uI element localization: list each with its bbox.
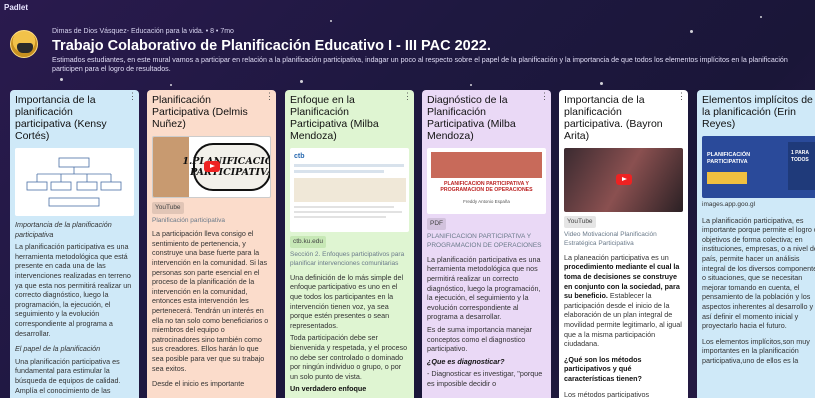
column-kensy[interactable]: Importancia de la planificación particip… [10, 90, 139, 398]
padlet-logo[interactable]: Padlet [4, 3, 28, 12]
source-tag: images.app.goo.gl [702, 201, 756, 208]
post-text: Toda participación debe ser bienvenida y… [290, 333, 408, 381]
diagram-thumbnail[interactable] [15, 148, 134, 216]
ctb-logo: ctb [294, 153, 305, 160]
pdf-author: Freddy Antonio España [463, 199, 510, 204]
more-options-icon[interactable]: ⋮ [403, 92, 412, 101]
play-icon[interactable] [615, 174, 632, 185]
attachment-caption: Sección 2. Enfoques participativos para … [290, 250, 405, 268]
pdf-title: PLANIFICACION PARTICIPATIVA Y PROGRAMACI… [440, 181, 533, 193]
image-title: PLANIFICACIÓN PARTICIPATIVA [707, 152, 751, 165]
video-thumbnail[interactable]: 1.PLANIFICACIÓN PARTICIPATIVA [152, 136, 271, 198]
post-caption: Importancia de la planificación particip… [15, 220, 112, 239]
post-subtitle: El papel de la planificación [15, 344, 101, 354]
column-title: Planificación Participativa (Delmis Nuñe… [147, 90, 276, 131]
column-title-text: Importancia de la planificación particip… [564, 94, 663, 142]
play-icon[interactable] [203, 161, 220, 172]
post-text: La participación lleva consigo el sentim… [152, 229, 269, 373]
board-author: Dimas de Dios Vásquez- Educación para la… [52, 28, 234, 35]
column-title: Importancia de la planificación particip… [559, 90, 688, 143]
pdf-thumbnail[interactable]: PLANIFICACION PARTICIPATIVA Y PROGRAMACI… [427, 148, 546, 214]
post-text: Los métodos participativos [564, 389, 650, 398]
column-title: Enfoque en la Planificación Participativ… [285, 90, 414, 143]
source-tag: PDF [427, 218, 446, 230]
more-options-icon[interactable]: ⋮ [265, 92, 274, 101]
author-avatar[interactable] [10, 30, 38, 58]
post-text: La planificación participativa, es impor… [702, 215, 815, 331]
post-text: La planeación participativa es un proced… [564, 252, 682, 349]
attachment-caption: Video Motivacional Planificación Estraté… [564, 230, 657, 248]
post-text: Desde el inicio es importante [152, 379, 245, 389]
board-description: Estimados estudiantes, en este mural vam… [52, 56, 788, 73]
column-title: Diagnóstico de la Planificación Particip… [422, 90, 551, 143]
post-text: La planificación participativa es una he… [15, 242, 132, 338]
source-tag: YouTube [564, 216, 596, 228]
post-text: Una definición de lo más simple del enfo… [290, 272, 404, 330]
post-text: Es de suma importancia manejar conceptos… [427, 324, 533, 354]
more-options-icon[interactable]: ⋮ [128, 92, 137, 101]
post-text: Una planificación participativa es funda… [15, 356, 121, 395]
more-options-icon[interactable]: ⋮ [677, 92, 686, 101]
column-title-text: Enfoque en la Planificación Participativ… [290, 94, 379, 142]
column-title: Elementos implícitos de la planificación… [697, 90, 815, 130]
column-title-text: Planificación Participativa (Delmis Nuñe… [152, 94, 248, 130]
board-columns: Importancia de la planificación particip… [10, 90, 815, 398]
org-chart-icon [26, 157, 122, 207]
post-text: - Diagnosticar es investigar, "porque es… [427, 369, 543, 388]
post-text: La planificación participativa es una he… [427, 254, 541, 322]
webpage-thumbnail[interactable]: ctb [290, 148, 409, 232]
post-bold-text: ¿Que es diagnosticar? [427, 356, 505, 366]
more-options-icon[interactable]: ⋮ [540, 92, 549, 101]
post-bold-text: Un verdadero enfoque [290, 384, 367, 394]
column-title-text: Diagnóstico de la Planificación Particip… [427, 94, 516, 142]
column-erin[interactable]: Elementos implícitos de la planificación… [697, 90, 815, 398]
image-side-text: 1 PARA TODOS [788, 142, 815, 190]
column-milba-enfoque[interactable]: Enfoque en la Planificación Participativ… [285, 90, 414, 398]
video-thumbnail[interactable] [564, 148, 683, 212]
column-title-text: Elementos implícitos de la planificación… [702, 94, 813, 130]
post-bold-text: ¿Qué son los métodos participativos y qu… [564, 354, 642, 383]
column-title: Importancia de la planificación particip… [10, 90, 139, 143]
column-title-text: Importancia de la planificación particip… [15, 94, 107, 142]
board-title: Trabajo Colaborativo de Planificación Ed… [52, 38, 491, 54]
column-milba-diagnostico[interactable]: Diagnóstico de la Planificación Particip… [422, 90, 551, 398]
source-tag: ctb.ku.edu [290, 236, 326, 248]
column-delmis[interactable]: Planificación Participativa (Delmis Nuñe… [147, 90, 276, 398]
attachment-caption: PLANIFICACION PARTICIPATIVA Y PROGRAMACI… [427, 232, 542, 250]
source-tag: YouTube [152, 202, 184, 214]
post-text: Los elementos implícitos,son muy importa… [702, 336, 810, 365]
column-bayron[interactable]: Importancia de la planificación particip… [559, 90, 688, 398]
image-thumbnail[interactable]: PLANIFICACIÓN PARTICIPATIVA 1 PARA TODOS [702, 136, 815, 198]
attachment-caption: Planificación participativa [152, 216, 225, 224]
